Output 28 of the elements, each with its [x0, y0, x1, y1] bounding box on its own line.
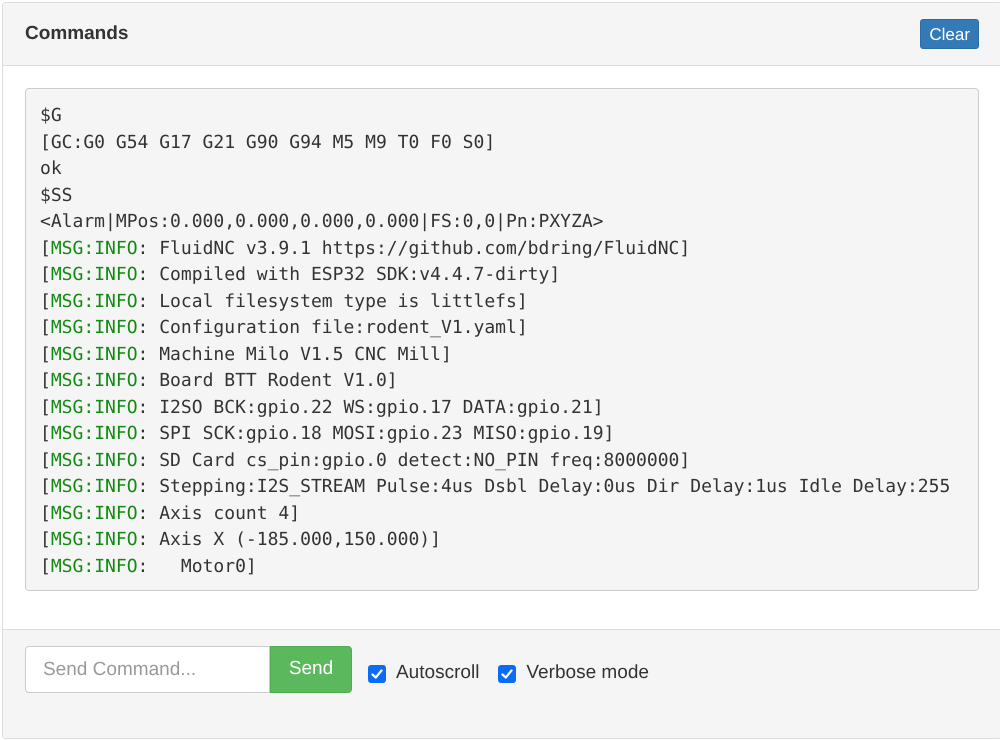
console-line: [MSG:INFO: Local filesystem type is littlefs] — [40, 290, 528, 314]
checkbox[interactable] — [368, 664, 386, 682]
console-line: [MSG:INFO: Axis X (-185.000,150.000)] — [40, 528, 441, 552]
command-input[interactable]: Send Command... — [25, 646, 270, 693]
checkbox-label: Autoscroll — [396, 661, 480, 686]
console-line: [MSG:INFO: SD Card cs_pin:gpio.0 detect:NO_PIN freq:8000000] — [40, 448, 690, 472]
checkbox[interactable] — [498, 664, 516, 682]
console-line: $SS — [40, 184, 73, 208]
panel-title: Commands — [25, 22, 128, 46]
console-line: [GC:G0 G54 G17 G21 G90 G94 M5 M9 T0 F0 S0] — [40, 130, 496, 154]
console-line: ok — [40, 157, 62, 181]
console-line: [MSG:INFO: Compiled with ESP32 SDK:v4.4.7-dirty] — [40, 263, 560, 287]
console-line: [MSG:INFO: Machine Milo V1.5 CNC Mill] — [40, 342, 452, 366]
console-line: [MSG:INFO: Motor0] — [40, 554, 257, 578]
console-line: [MSG:INFO: Stepping:I2S_STREAM Pulse:4us Dsbl Delay:0us Dir Delay:1us Idle Delay:255 — [40, 475, 950, 499]
console-line: <Alarm|MPos:0.000,0.000,0.000,0.000|FS:0,0|Pn:PXYZA> — [40, 210, 604, 234]
console-line: [MSG:INFO: Board BTT Rodent V1.0] — [40, 369, 398, 393]
check-icon — [370, 666, 384, 680]
console-line: [MSG:INFO: FluidNC v3.9.1 https://github.com/bdring/FluidNC] — [40, 236, 690, 260]
console-line: [MSG:INFO: Axis count 4] — [40, 502, 300, 526]
send-button[interactable]: Send — [270, 646, 352, 693]
console-line: [MSG:INFO: SPI SCK:gpio.18 MOSI:gpio.23 MISO:gpio.19] — [40, 422, 614, 446]
checkbox-label: Verbose mode — [526, 661, 649, 686]
console-line: [MSG:INFO: Configuration file:rodent_V1.yaml] — [40, 316, 528, 340]
console-line: $G — [40, 104, 62, 128]
console-line: [MSG:INFO: I2SO BCK:gpio.22 WS:gpio.17 DATA:gpio.21] — [40, 396, 604, 420]
check-icon — [500, 666, 514, 680]
clear-button[interactable]: Clear — [920, 19, 979, 49]
